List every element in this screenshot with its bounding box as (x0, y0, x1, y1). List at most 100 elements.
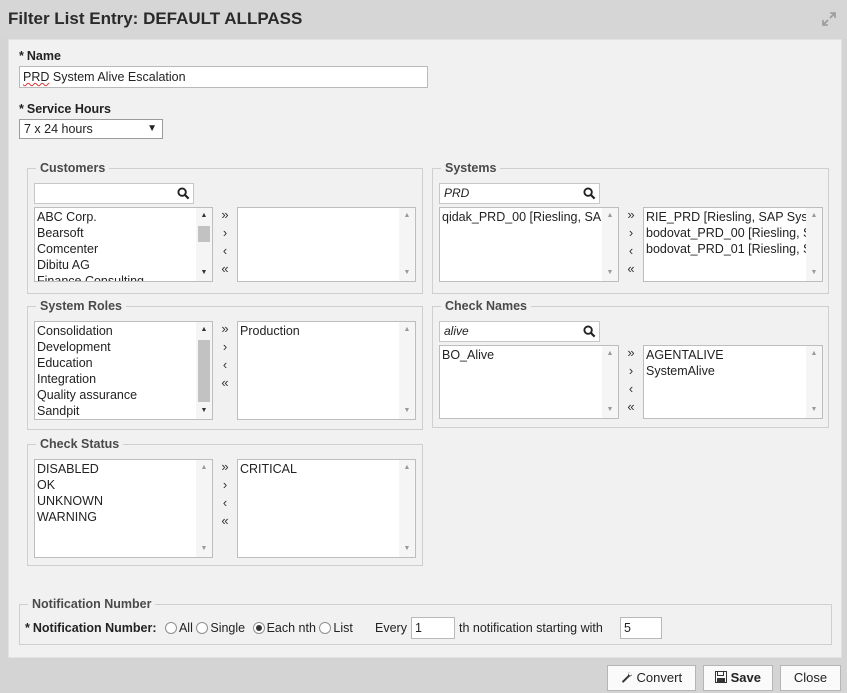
scrollbar[interactable]: ▲ ▼ (399, 322, 415, 419)
radio-single[interactable] (196, 622, 209, 634)
list-item[interactable]: Comcenter (37, 241, 196, 257)
remove-button[interactable]: ‹ (625, 242, 637, 260)
customers-selected-list[interactable]: ▲ ▼ (237, 207, 416, 282)
scrollbar[interactable]: ▲ ▼ (602, 208, 618, 281)
scroll-down-arrow-icon[interactable]: ▼ (399, 266, 415, 280)
scrollbar[interactable]: ▲ ▼ (806, 208, 822, 281)
check-names-search-input[interactable]: alive (439, 321, 600, 342)
scroll-down-arrow-icon[interactable]: ▼ (196, 542, 212, 556)
scrollbar[interactable]: ▲ ▼ (196, 208, 212, 281)
add-button[interactable]: › (219, 224, 231, 242)
scroll-up-arrow-icon[interactable]: ▲ (399, 323, 415, 337)
check-status-selected-list[interactable]: CRITICAL ▲ ▼ (237, 459, 416, 558)
add-button[interactable]: › (219, 338, 231, 356)
scroll-down-arrow-icon[interactable]: ▼ (196, 404, 212, 418)
list-item[interactable]: AGENTALIVE (646, 347, 806, 363)
search-icon[interactable] (177, 187, 190, 200)
list-item[interactable]: qidak_PRD_00 [Riesling, SAP (442, 209, 602, 225)
scroll-up-arrow-icon[interactable]: ▲ (196, 209, 212, 223)
customers-available-list[interactable]: ABC Corp. Bearsoft Comcenter Dibitu AG Finan… (34, 207, 213, 282)
list-item[interactable]: OK (37, 477, 196, 493)
scroll-thumb[interactable] (198, 340, 210, 402)
add-button[interactable]: › (219, 476, 231, 494)
save-button[interactable]: Save (703, 665, 773, 691)
remove-all-button[interactable]: « (219, 260, 231, 278)
systems-search-input[interactable]: PRD (439, 183, 600, 204)
list-item[interactable]: Education (37, 355, 196, 371)
scrollbar[interactable]: ▲ ▼ (602, 346, 618, 418)
remove-all-button[interactable]: « (625, 398, 637, 416)
scrollbar[interactable]: ▲ ▼ (196, 322, 212, 419)
list-item[interactable]: DISABLED (37, 461, 196, 477)
add-button[interactable]: › (625, 362, 637, 380)
name-input[interactable]: PRD System Alive Escalation (19, 66, 428, 88)
scrollbar[interactable]: ▲ ▼ (806, 346, 822, 418)
scroll-up-arrow-icon[interactable]: ▲ (806, 347, 822, 361)
remove-button[interactable]: ‹ (625, 380, 637, 398)
scroll-up-arrow-icon[interactable]: ▲ (196, 461, 212, 475)
scrollbar[interactable]: ▲ ▼ (196, 460, 212, 557)
system-roles-selected-list[interactable]: Production ▲ ▼ (237, 321, 416, 420)
list-item[interactable]: UNKNOWN (37, 493, 196, 509)
customers-search-input[interactable] (34, 183, 194, 204)
scroll-up-arrow-icon[interactable]: ▲ (399, 461, 415, 475)
list-item[interactable]: CRITICAL (240, 461, 399, 477)
systems-selected-list[interactable]: RIE_PRD [Riesling, SAP Syst bodovat_PRD_0… (643, 207, 823, 282)
radio-all[interactable] (164, 622, 177, 634)
scroll-down-arrow-icon[interactable]: ▼ (602, 266, 618, 280)
list-item[interactable]: Production (240, 323, 399, 339)
convert-button[interactable]: Convert (607, 665, 696, 691)
check-status-available-list[interactable]: DISABLED OK UNKNOWN WARNING ▲ ▼ (34, 459, 213, 558)
scroll-up-arrow-icon[interactable]: ▲ (806, 209, 822, 223)
service-hours-select[interactable]: 7 x 24 hours ▼ (19, 119, 163, 139)
search-icon[interactable] (583, 187, 596, 200)
remove-button[interactable]: ‹ (219, 242, 231, 260)
radio-each-nth[interactable] (252, 622, 265, 634)
list-item[interactable]: bodovat_PRD_00 [Riesling, S (646, 225, 806, 241)
list-item[interactable]: BO_Alive (442, 347, 602, 363)
list-item[interactable]: Consolidation (37, 323, 196, 339)
list-item[interactable]: Sandpit (37, 403, 196, 419)
close-button[interactable]: Close (780, 665, 841, 691)
list-item[interactable]: Finance Consulting (37, 273, 196, 281)
list-item[interactable]: SystemAlive (646, 363, 806, 379)
scroll-down-arrow-icon[interactable]: ▼ (399, 404, 415, 418)
scroll-down-arrow-icon[interactable]: ▼ (602, 403, 618, 417)
scroll-down-arrow-icon[interactable]: ▼ (806, 266, 822, 280)
radio-all-label[interactable]: All (179, 621, 193, 635)
remove-button[interactable]: ‹ (219, 494, 231, 512)
scrollbar[interactable]: ▲ ▼ (399, 208, 415, 281)
scroll-down-arrow-icon[interactable]: ▼ (196, 266, 212, 280)
radio-list-label[interactable]: List (333, 621, 352, 635)
scroll-down-arrow-icon[interactable]: ▼ (806, 403, 822, 417)
list-item[interactable]: ABC Corp. (37, 209, 196, 225)
remove-all-button[interactable]: « (219, 512, 231, 530)
scrollbar[interactable]: ▲ ▼ (399, 460, 415, 557)
scroll-up-arrow-icon[interactable]: ▲ (602, 209, 618, 223)
list-item[interactable]: Dibitu AG (37, 257, 196, 273)
check-names-selected-list[interactable]: AGENTALIVE SystemAlive ▲ ▼ (643, 345, 823, 419)
add-all-button[interactable]: » (219, 458, 231, 476)
systems-available-list[interactable]: qidak_PRD_00 [Riesling, SAP ▲ ▼ (439, 207, 619, 282)
list-item[interactable]: Integration (37, 371, 196, 387)
list-item[interactable]: WARNING (37, 509, 196, 525)
list-item[interactable]: bodovat_PRD_01 [Riesling, S (646, 241, 806, 257)
system-roles-available-list[interactable]: Consolidation Development Education Integra… (34, 321, 213, 420)
expand-icon[interactable] (821, 11, 837, 27)
every-input[interactable]: 1 (411, 617, 455, 639)
scroll-up-arrow-icon[interactable]: ▲ (399, 209, 415, 223)
scroll-up-arrow-icon[interactable]: ▲ (196, 323, 212, 337)
search-icon[interactable] (583, 325, 596, 338)
list-item[interactable]: Bearsoft (37, 225, 196, 241)
starting-with-input[interactable]: 5 (620, 617, 662, 639)
remove-button[interactable]: ‹ (219, 356, 231, 374)
check-names-available-list[interactable]: BO_Alive ▲ ▼ (439, 345, 619, 419)
radio-each-nth-label[interactable]: Each nth (267, 621, 316, 635)
add-all-button[interactable]: » (219, 320, 231, 338)
list-item[interactable]: RIE_PRD [Riesling, SAP Syst (646, 209, 806, 225)
radio-single-label[interactable]: Single (210, 621, 245, 635)
remove-all-button[interactable]: « (625, 260, 637, 278)
add-all-button[interactable]: » (219, 206, 231, 224)
scroll-thumb[interactable] (198, 226, 210, 242)
list-item[interactable]: Quality assurance (37, 387, 196, 403)
